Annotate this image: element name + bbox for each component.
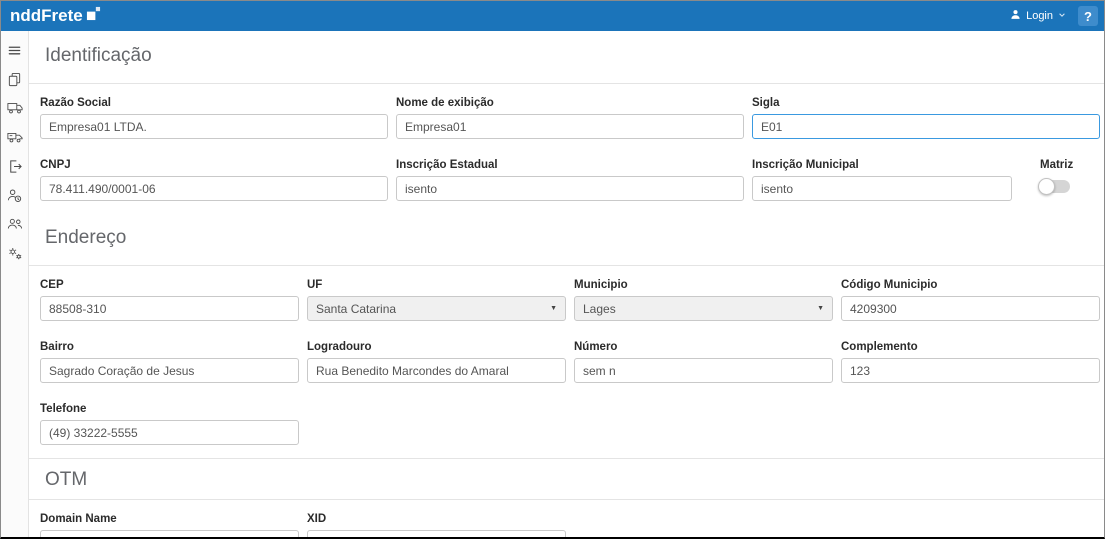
- matriz-label: Matriz: [1040, 159, 1098, 171]
- field-numero: Número: [574, 341, 833, 383]
- telefone-label: Telefone: [40, 403, 299, 415]
- logout-icon[interactable]: [6, 157, 24, 175]
- chevron-down-icon: ▼: [550, 305, 557, 312]
- field-codigo-municipio: Código Municipio: [841, 279, 1100, 321]
- codigo-municipio-label: Código Municipio: [841, 279, 1100, 291]
- fleet-truck-icon[interactable]: [6, 128, 24, 146]
- complemento-label: Complemento: [841, 341, 1100, 353]
- telefone-input[interactable]: [40, 420, 299, 445]
- section-divider: [29, 499, 1104, 500]
- numero-label: Número: [574, 341, 833, 353]
- menu-icon[interactable]: [6, 41, 24, 59]
- brand-text: nddFrete: [10, 6, 83, 26]
- field-inscricao-estadual: Inscrição Estadual: [396, 159, 744, 201]
- main-content: Identificação Razão Social Nome de exibi…: [29, 45, 1104, 539]
- endereco-row-3: Telefone: [29, 403, 1104, 445]
- section-title-endereco: Endereço: [45, 227, 1104, 249]
- identificacao-row-1: Razão Social Nome de exibição Sigla: [29, 97, 1104, 139]
- inscricao-estadual-input[interactable]: [396, 176, 744, 201]
- nome-exibicao-input[interactable]: [396, 114, 744, 139]
- app-window: nddFrete Login ?: [0, 0, 1105, 539]
- brand-logo[interactable]: nddFrete: [10, 6, 101, 26]
- section-divider: [29, 265, 1104, 266]
- top-bar-right: Login ?: [1005, 6, 1098, 26]
- section-separator: [29, 458, 1104, 459]
- domain-name-label: Domain Name: [40, 513, 299, 525]
- field-nome-exibicao: Nome de exibição: [396, 97, 744, 139]
- cep-label: CEP: [40, 279, 299, 291]
- municipio-select[interactable]: Lages ▼: [574, 296, 833, 321]
- cep-input[interactable]: [40, 296, 299, 321]
- sigla-input[interactable]: [752, 114, 1100, 139]
- logradouro-input[interactable]: [307, 358, 566, 383]
- field-sigla: Sigla: [752, 97, 1100, 139]
- field-municipio: Municipio Lages ▼: [574, 279, 833, 321]
- matriz-toggle[interactable]: [1040, 180, 1070, 193]
- help-label: ?: [1084, 9, 1092, 24]
- help-button[interactable]: ?: [1078, 6, 1098, 26]
- inscricao-municipal-input[interactable]: [752, 176, 1012, 201]
- login-label: Login: [1026, 10, 1053, 22]
- xid-input[interactable]: [307, 530, 566, 539]
- field-razao-social: Razão Social: [40, 97, 388, 139]
- xid-label: XID: [307, 513, 566, 525]
- municipio-select-value: Lages: [583, 302, 616, 316]
- top-bar: nddFrete Login ?: [1, 1, 1104, 31]
- field-telefone: Telefone: [40, 403, 299, 445]
- cnpj-input[interactable]: [40, 176, 388, 201]
- identificacao-row-2: CNPJ Inscrição Estadual Inscrição Munici…: [29, 159, 1104, 201]
- uf-select-value: Santa Catarina: [316, 302, 396, 316]
- field-complemento: Complemento: [841, 341, 1100, 383]
- complemento-input[interactable]: [841, 358, 1100, 383]
- section-title-identificacao: Identificação: [45, 45, 1104, 67]
- truck-icon[interactable]: [6, 99, 24, 117]
- chevron-down-icon: ▼: [817, 305, 824, 312]
- field-cep: CEP: [40, 279, 299, 321]
- user-clock-icon[interactable]: [6, 186, 24, 204]
- field-inscricao-municipal: Inscrição Municipal: [752, 159, 1012, 201]
- bairro-label: Bairro: [40, 341, 299, 353]
- numero-input[interactable]: [574, 358, 833, 383]
- inscricao-municipal-label: Inscrição Municipal: [752, 159, 1012, 171]
- gears-icon[interactable]: [6, 244, 24, 262]
- copy-icon[interactable]: [6, 70, 24, 88]
- brand-squares-icon: [86, 6, 101, 26]
- field-cnpj: CNPJ: [40, 159, 388, 201]
- nome-exibicao-label: Nome de exibição: [396, 97, 744, 109]
- cnpj-label: CNPJ: [40, 159, 388, 171]
- codigo-municipio-input: [841, 296, 1100, 321]
- domain-name-input[interactable]: [40, 530, 299, 539]
- municipio-label: Municipio: [574, 279, 833, 291]
- user-icon: [1010, 9, 1021, 23]
- toggle-knob: [1038, 178, 1055, 195]
- sidebar: [1, 31, 29, 537]
- login-button[interactable]: Login: [1005, 6, 1071, 26]
- field-uf: UF Santa Catarina ▼: [307, 279, 566, 321]
- field-bairro: Bairro: [40, 341, 299, 383]
- section-divider: [29, 83, 1104, 84]
- uf-select[interactable]: Santa Catarina ▼: [307, 296, 566, 321]
- logradouro-label: Logradouro: [307, 341, 566, 353]
- section-title-otm: OTM: [45, 469, 1104, 491]
- field-matriz: Matriz: [1040, 159, 1098, 201]
- field-domain-name: Domain Name: [40, 513, 299, 539]
- razao-social-label: Razão Social: [40, 97, 388, 109]
- users-icon[interactable]: [6, 215, 24, 233]
- endereco-row-1: CEP UF Santa Catarina ▼ Municipio Lages …: [29, 279, 1104, 321]
- bairro-input[interactable]: [40, 358, 299, 383]
- chevron-down-icon: [1058, 10, 1066, 22]
- inscricao-estadual-label: Inscrição Estadual: [396, 159, 744, 171]
- otm-row-1: Domain Name XID: [29, 513, 1104, 539]
- endereco-row-2: Bairro Logradouro Número Complemento: [29, 341, 1104, 383]
- field-xid: XID: [307, 513, 566, 539]
- uf-label: UF: [307, 279, 566, 291]
- razao-social-input[interactable]: [40, 114, 388, 139]
- field-logradouro: Logradouro: [307, 341, 566, 383]
- sigla-label: Sigla: [752, 97, 1100, 109]
